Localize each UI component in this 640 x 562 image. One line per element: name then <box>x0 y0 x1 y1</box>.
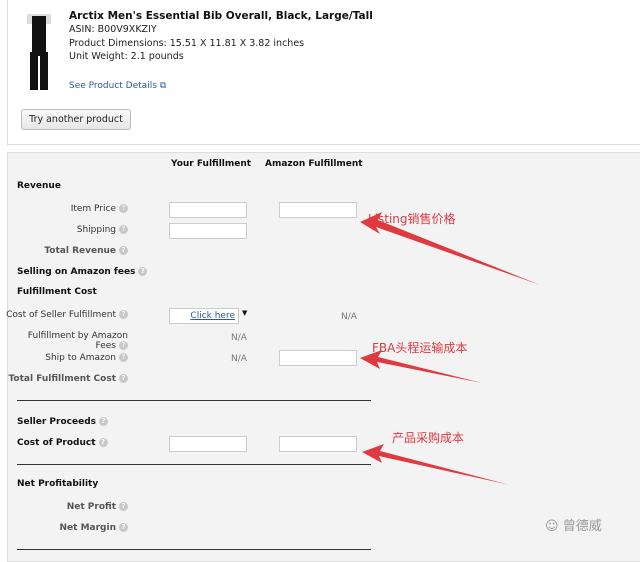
wechat-icon: ☺ <box>545 519 559 534</box>
annotation-listing-price: Listing销售价格 <box>368 212 456 226</box>
arrow-cost <box>362 444 510 485</box>
annotation-fba-shipping: FBA头程运输成本 <box>372 341 468 355</box>
watermark-text: 曾德威 <box>562 519 602 534</box>
annotation-arrows <box>360 212 540 485</box>
watermark: ☺ 曾德威 <box>545 515 602 534</box>
annotation-product-cost: 产品采购成本 <box>392 431 465 445</box>
